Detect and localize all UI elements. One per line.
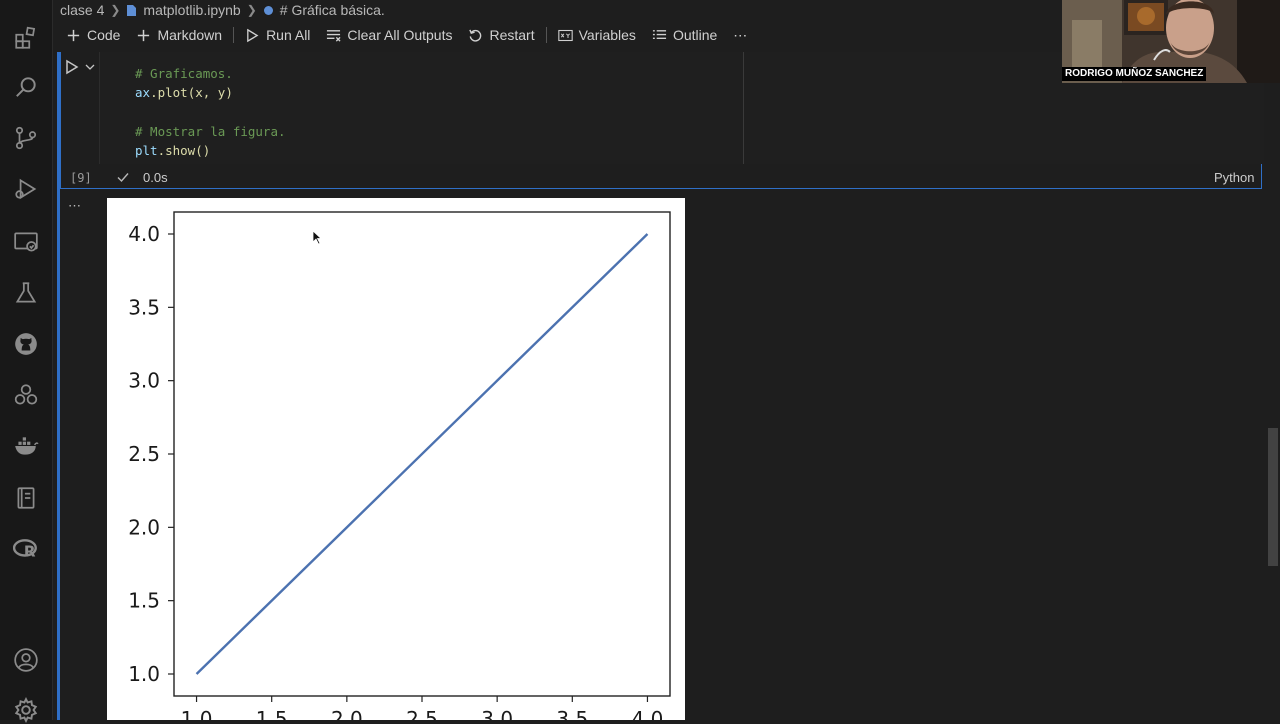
svg-text:R: R bbox=[24, 543, 36, 561]
markdown-section-icon bbox=[263, 5, 273, 15]
plus-icon bbox=[138, 29, 150, 41]
docker-icon[interactable] bbox=[12, 432, 40, 460]
outline-label: Outline bbox=[672, 27, 718, 43]
account-icon[interactable] bbox=[12, 646, 40, 674]
y-tick-label: 4.0 bbox=[128, 222, 160, 246]
toolbar-divider bbox=[545, 27, 547, 43]
y-tick-label: 3.0 bbox=[128, 369, 160, 393]
activity-bar: R bbox=[0, 0, 53, 723]
add-markdown-label: Markdown bbox=[157, 27, 223, 43]
clear-outputs-icon bbox=[327, 29, 341, 42]
r-icon[interactable]: R bbox=[12, 535, 40, 563]
plus-icon bbox=[67, 29, 80, 41]
y-tick-label: 2.0 bbox=[128, 515, 160, 539]
outline-button[interactable]: Outline bbox=[644, 23, 725, 47]
code-args: () bbox=[195, 143, 211, 159]
mouse-cursor-icon bbox=[312, 230, 322, 245]
breadcrumb-file[interactable]: matplotlib.ipynb bbox=[143, 2, 240, 18]
cell-language[interactable]: Python bbox=[1214, 170, 1254, 185]
search-icon[interactable] bbox=[12, 73, 40, 101]
restart-button[interactable]: Restart bbox=[460, 23, 542, 47]
add-markdown-cell-button[interactable]: Markdown bbox=[128, 23, 230, 47]
toolbar-divider bbox=[233, 27, 235, 43]
chevron-down-icon[interactable] bbox=[85, 62, 95, 72]
y-tick-label: 2.5 bbox=[128, 442, 160, 466]
cell-code[interactable]: # Graficamos. ax.plot(x, y) # Mostrar la … bbox=[135, 64, 286, 160]
explorer-icon[interactable] bbox=[12, 24, 40, 52]
restart-icon bbox=[469, 29, 482, 42]
clear-all-outputs-label: Clear All Outputs bbox=[347, 27, 453, 43]
code-line: plt.show() bbox=[135, 141, 286, 160]
source-control-icon[interactable] bbox=[12, 124, 40, 152]
code-identifier: ax bbox=[135, 85, 151, 101]
code-args: (x, y) bbox=[187, 85, 233, 101]
notebook-file-icon bbox=[127, 4, 137, 16]
chevron-right-icon: ❯ bbox=[246, 3, 257, 17]
line-chart: 1.0 1.5 2.0 2.5 3.0 3.5 4.0 1.0 1.5 2.0 2.5 3.0 3.5 4… bbox=[128, 211, 671, 720]
run-all-icon bbox=[247, 28, 259, 42]
run-cell-button[interactable] bbox=[64, 59, 80, 75]
breadcrumb: clase 4 ❯ matplotlib.ipynb ❯ # Gráfica b… bbox=[60, 0, 1060, 20]
testing-icon[interactable] bbox=[12, 279, 40, 307]
run-debug-icon[interactable] bbox=[12, 175, 40, 203]
variables-icon bbox=[557, 29, 573, 41]
code-identifier: plt bbox=[135, 143, 158, 159]
extensions-icon[interactable] bbox=[12, 381, 40, 409]
check-icon bbox=[117, 173, 129, 183]
x-tick-label: 4.0 bbox=[632, 707, 664, 720]
execution-time: 0.0s bbox=[143, 170, 168, 185]
x-tick-label: 3.0 bbox=[481, 707, 513, 720]
execution-count: [9] bbox=[70, 171, 92, 185]
y-tick-label: 1.5 bbox=[128, 589, 160, 613]
github-icon[interactable] bbox=[12, 330, 40, 358]
x-tick-label: 1.5 bbox=[256, 707, 288, 720]
chevron-right-icon: ❯ bbox=[110, 3, 121, 17]
x-tick-label: 1.0 bbox=[181, 707, 213, 720]
more-actions-button[interactable]: ⋯ bbox=[725, 23, 755, 47]
y-tick-label: 1.0 bbox=[128, 662, 160, 686]
more-icon: ⋯ bbox=[733, 26, 748, 43]
x-tick-label: 2.0 bbox=[331, 707, 363, 720]
presenter-name: RODRIGO MUÑOZ SANCHEZ bbox=[1062, 67, 1207, 81]
restart-label: Restart bbox=[489, 27, 535, 43]
code-line: # Graficamos. bbox=[135, 64, 286, 83]
y-tick-label: 3.5 bbox=[128, 295, 160, 319]
output-menu-button[interactable]: ⋯ bbox=[68, 198, 82, 214]
variables-button[interactable]: Variables bbox=[550, 23, 644, 47]
run-all-label: Run All bbox=[266, 27, 311, 43]
add-code-label: Code bbox=[87, 27, 121, 43]
breadcrumb-folder[interactable]: clase 4 bbox=[60, 2, 104, 18]
webcam-overlay: RODRIGO MUÑOZ SANCHEZ bbox=[1062, 0, 1280, 83]
outline-icon bbox=[652, 29, 666, 39]
code-line: ax.plot(x, y) bbox=[135, 83, 286, 102]
run-all-button[interactable]: Run All bbox=[237, 23, 318, 47]
breadcrumb-section[interactable]: # Gráfica básica. bbox=[280, 2, 385, 18]
code-comment: # Graficamos. bbox=[135, 66, 233, 81]
plot-output: 1.0 1.5 2.0 2.5 3.0 3.5 4.0 1.0 1.5 2.0 2.5 3.0 3.5 4… bbox=[107, 198, 685, 720]
add-code-cell-button[interactable]: Code bbox=[58, 23, 128, 47]
code-comment: # Mostrar la figura. bbox=[135, 123, 286, 139]
notebook-toolbar: Code Markdown Run All Clear All Outputs … bbox=[58, 22, 1060, 48]
code-function: .show bbox=[157, 143, 196, 159]
notebook-icon[interactable] bbox=[12, 484, 40, 512]
code-line: # Mostrar la figura. bbox=[135, 122, 286, 141]
clear-all-outputs-button[interactable]: Clear All Outputs bbox=[318, 23, 460, 47]
x-tick-label: 3.5 bbox=[556, 707, 588, 720]
ruler-line bbox=[743, 52, 744, 164]
variables-label: Variables bbox=[578, 27, 636, 43]
code-function: .plot bbox=[150, 85, 188, 101]
remote-explorer-icon[interactable] bbox=[12, 228, 40, 256]
vertical-scrollbar[interactable] bbox=[1268, 428, 1278, 566]
x-tick-label: 2.5 bbox=[406, 707, 438, 720]
